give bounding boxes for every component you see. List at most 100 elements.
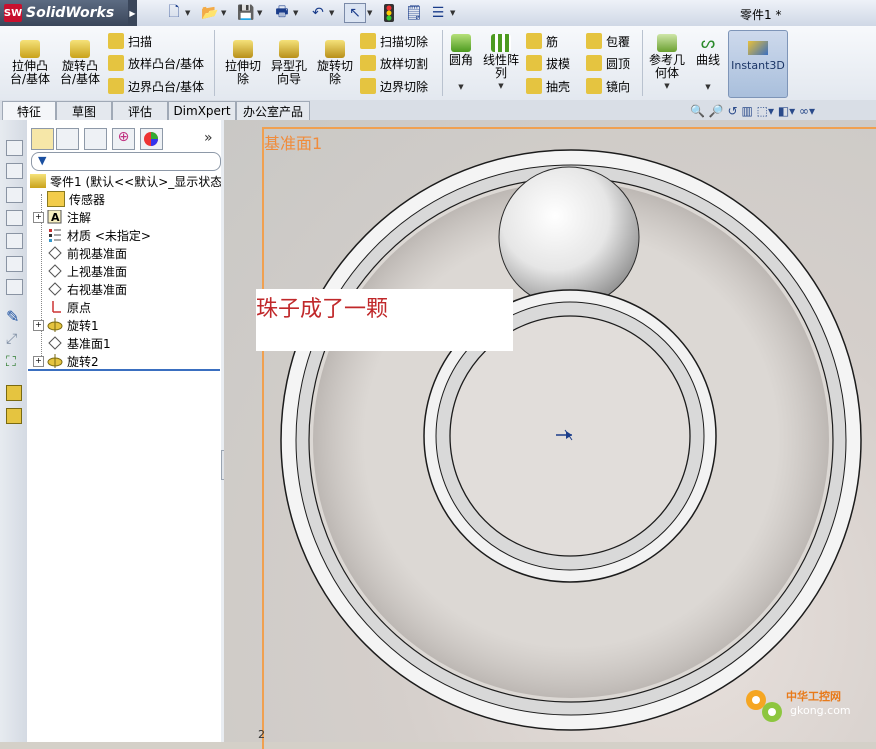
linear-pattern-button[interactable]: 线性阵 列 ▼ <box>480 34 522 93</box>
display-manager-tab-icon[interactable] <box>140 128 163 150</box>
options-dropdown-icon[interactable]: ▼ <box>450 3 459 23</box>
revolve-boss-button[interactable]: 旋转凸 台/基体 <box>58 40 102 86</box>
tab-dimxpert[interactable]: DimXpert <box>168 101 236 120</box>
tree-item[interactable]: + 旋转2 <box>33 352 99 370</box>
view-cube-icon[interactable] <box>6 256 23 272</box>
print-icon[interactable]: 🖶 <box>272 3 292 23</box>
dome-button[interactable]: 圆顶 <box>586 53 630 73</box>
boundary-cut-button[interactable]: 边界切除 <box>360 76 428 96</box>
zoom-to-area-icon[interactable]: 🔎 <box>709 104 724 118</box>
tree-item[interactable]: + 旋转1 <box>33 316 99 334</box>
relations-icon[interactable]: ⛶ <box>6 354 16 370</box>
view-orientation-icon[interactable]: ⬚▾ <box>757 104 774 118</box>
file-properties-icon[interactable]: 🗒 <box>404 3 424 23</box>
select-dropdown-icon[interactable]: ▼ <box>367 3 376 23</box>
sweep-button[interactable]: 扫描 <box>108 31 152 51</box>
plane1-label[interactable]: 基准面1 <box>264 130 322 154</box>
smart-dimension-icon[interactable]: ⤢ <box>6 331 17 347</box>
instant3d-button[interactable]: Instant3D <box>728 30 788 98</box>
previous-view-icon[interactable]: ↺ <box>728 104 738 118</box>
rebuild-traffic-light-icon[interactable] <box>382 3 396 23</box>
tree-expand-icon[interactable]: + <box>33 211 44 223</box>
print-dropdown-icon[interactable]: ▼ <box>293 3 302 23</box>
view-cube-icon[interactable] <box>6 163 23 179</box>
sketch-pencil-icon[interactable]: ✎ <box>6 307 19 326</box>
tab-features[interactable]: 特征 <box>2 101 56 121</box>
wrap-button[interactable]: 包覆 <box>586 31 630 51</box>
shell-label: 抽壳 <box>546 79 571 94</box>
save-icon[interactable]: 💾 <box>236 3 256 23</box>
view-cube-icon[interactable] <box>6 140 23 156</box>
boundary-boss-button[interactable]: 边界凸台/基体 <box>108 76 204 96</box>
tree-expand-icon[interactable]: + <box>33 355 44 367</box>
tree-item[interactable]: 上视基准面 <box>33 262 127 280</box>
draft-label: 拔模 <box>546 56 571 71</box>
open-folder-icon[interactable]: 📂 <box>200 3 220 23</box>
solidworks-menu-button[interactable]: SW SolidWorks <box>0 0 129 26</box>
tab-sketch[interactable]: 草图 <box>56 101 112 120</box>
reference-geometry-dropdown-icon[interactable]: ▼ <box>646 80 688 93</box>
options-icon[interactable]: ☰ <box>428 3 448 23</box>
ribbon-separator <box>214 30 215 96</box>
revolve-cut-button[interactable]: 旋转切 除 <box>314 40 356 86</box>
tree-item[interactable]: 右视基准面 <box>33 280 127 298</box>
sweep-label: 扫描 <box>128 34 153 49</box>
document-title: 零件1 * <box>740 8 782 22</box>
revolve-icon <box>47 318 63 332</box>
section-view-icon[interactable]: ▥ <box>741 104 752 118</box>
reference-geometry-button[interactable]: 参考几 何体 ▼ <box>646 34 688 93</box>
undo-icon[interactable]: ↶ <box>308 3 328 23</box>
view-cube-icon[interactable] <box>6 279 23 295</box>
curves-dropdown-icon[interactable]: ▼ <box>692 81 724 94</box>
swept-cut-button[interactable]: 扫描切除 <box>360 31 428 51</box>
shell-button[interactable]: 抽壳 <box>526 76 570 96</box>
new-dropdown-icon[interactable]: ▼ <box>185 3 194 23</box>
hole-wizard-button[interactable]: 异型孔 向导 <box>268 40 310 86</box>
menu-expand-icon[interactable]: ▶ <box>128 0 137 26</box>
reference-geometry-label: 参考几 何体 <box>648 53 685 80</box>
tree-item[interactable]: 基准面1 <box>33 334 111 352</box>
tree-item[interactable]: 前视基准面 <box>33 244 127 262</box>
view-cube-icon[interactable] <box>6 210 23 226</box>
hide-show-items-icon[interactable]: ∞▾ <box>799 104 815 118</box>
feature-tree-filter-input[interactable]: ▼ <box>31 152 221 171</box>
extrude-boss-button[interactable]: 拉伸凸 台/基体 <box>8 40 52 86</box>
curves-button[interactable]: ᔕ 曲线 ▼ <box>692 34 724 94</box>
zoom-to-fit-icon[interactable]: 🔍 <box>690 104 705 118</box>
linear-pattern-dropdown-icon[interactable]: ▼ <box>480 80 522 93</box>
tree-item[interactable]: 原点 <box>33 298 91 316</box>
lofted-cut-button[interactable]: 放样切割 <box>360 53 428 73</box>
draft-button[interactable]: 拔模 <box>526 53 570 73</box>
panel-expand-icon[interactable]: » <box>204 130 213 146</box>
tree-item[interactable]: + A 注解 <box>33 208 91 226</box>
fillet-button[interactable]: 圆角 ▼ <box>446 34 476 94</box>
tree-item-label: 原点 <box>67 300 92 315</box>
open-dropdown-icon[interactable]: ▼ <box>221 3 230 23</box>
loft-boss-button[interactable]: 放样凸台/基体 <box>108 53 204 73</box>
extrude-cut-button[interactable]: 拉伸切 除 <box>222 40 264 86</box>
configuration-manager-tab-icon[interactable] <box>84 128 107 150</box>
view-cube-icon[interactable] <box>6 187 23 203</box>
new-file-icon[interactable]: 🗋 <box>164 3 184 23</box>
feature-manager-tab-icon[interactable] <box>31 128 54 150</box>
tree-item[interactable]: 材质 <未指定> <box>33 226 151 244</box>
view-cube-icon[interactable] <box>6 233 23 249</box>
save-dropdown-icon[interactable]: ▼ <box>257 3 266 23</box>
tab-evaluate[interactable]: 评估 <box>112 101 168 120</box>
revolve-boss-label: 旋转凸 台/基体 <box>59 59 101 86</box>
mirror-button[interactable]: 镜向 <box>586 76 630 96</box>
select-cursor-icon[interactable]: ↖ <box>344 3 366 23</box>
tab-office-products[interactable]: 办公室产品 <box>236 101 310 120</box>
property-manager-tab-icon[interactable] <box>56 128 79 150</box>
instant-feature-icon[interactable] <box>6 385 22 401</box>
tree-item[interactable]: 传感器 <box>33 190 105 208</box>
dimxpert-manager-tab-icon[interactable]: ⊕ <box>112 128 135 150</box>
instant-feature-icon[interactable] <box>6 408 22 424</box>
fillet-dropdown-icon[interactable]: ▼ <box>446 81 476 94</box>
rib-button[interactable]: 筋 <box>526 31 558 51</box>
tree-rollback-bar[interactable] <box>28 369 220 371</box>
undo-dropdown-icon[interactable]: ▼ <box>329 3 338 23</box>
tree-root-part[interactable]: 零件1 (默认<<默认>_显示状态 <box>30 172 222 190</box>
tree-expand-icon[interactable]: + <box>33 319 44 331</box>
display-style-icon[interactable]: ◧▾ <box>778 104 795 118</box>
